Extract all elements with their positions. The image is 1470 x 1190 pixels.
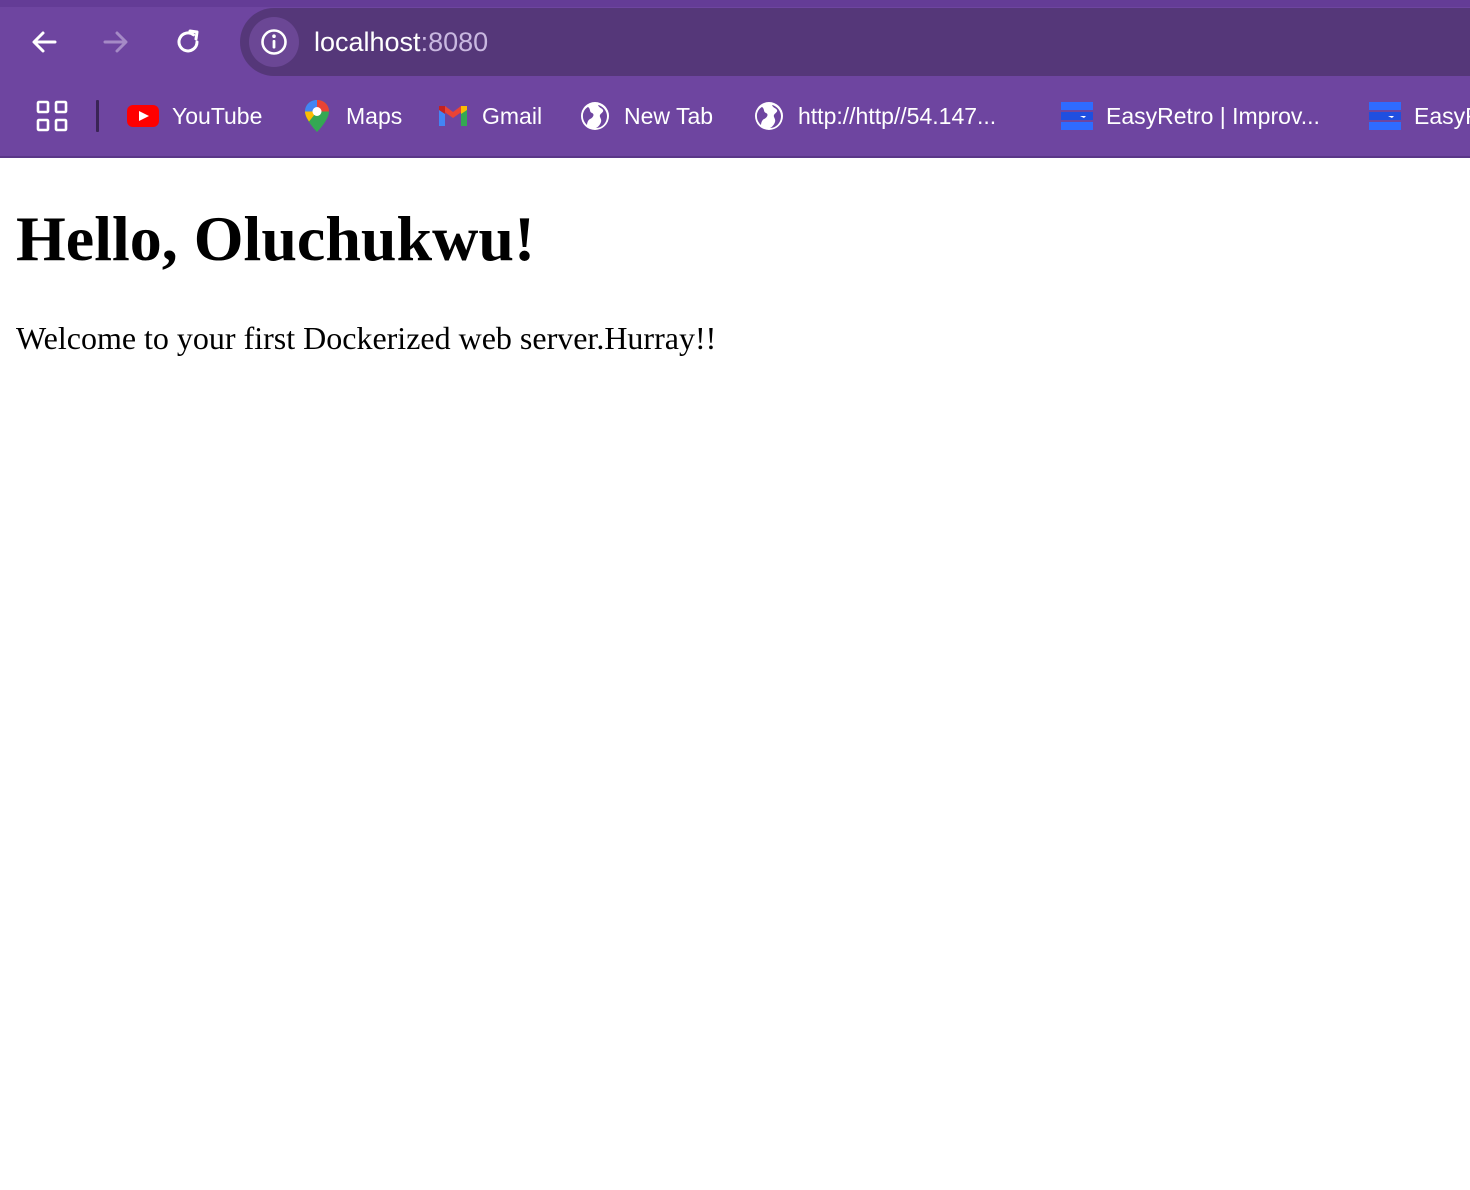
bookmark-gmail[interactable]: Gmail — [436, 98, 542, 134]
globe-icon — [578, 99, 612, 133]
bookmark-label: New Tab — [624, 102, 714, 129]
bookmark-label: YouTube — [172, 102, 263, 129]
back-button[interactable] — [22, 20, 66, 64]
url-text[interactable]: localhost:8080 — [314, 25, 488, 59]
bookmark-label: Gmail — [482, 102, 543, 129]
reload-button[interactable] — [166, 20, 210, 64]
gmail-icon — [436, 99, 470, 133]
bookmarks-divider — [96, 100, 99, 132]
reload-icon — [177, 29, 199, 53]
bookmark-label: Maps — [346, 102, 403, 129]
browser-toolbar: localhost:8080 YouTube Maps Gmail New Ta… — [0, 0, 1470, 158]
arrow-left-icon — [32, 31, 57, 53]
page-content: Hello, Oluchukwu! Welcome to your first … — [16, 158, 1456, 358]
easyretro-icon — [1368, 99, 1402, 133]
bookmarks-bar: YouTube Maps Gmail New Tab http://http//… — [0, 88, 1470, 144]
bookmark-easyretro-improv[interactable]: EasyRetro | Improv... — [1060, 98, 1320, 134]
bookmark-maps[interactable]: Maps — [300, 98, 402, 134]
url-host: localhost — [314, 27, 421, 57]
apps-grid-icon — [36, 100, 68, 132]
bookmark-label: EasyRetro — [1414, 102, 1470, 129]
info-icon — [261, 29, 287, 55]
welcome-paragraph: Welcome to your first Dockerized web ser… — [16, 320, 717, 356]
url-port: :8080 — [420, 27, 489, 57]
youtube-icon — [126, 99, 160, 133]
forward-button[interactable] — [94, 20, 138, 64]
bookmark-easyretro[interactable]: EasyRetro — [1368, 98, 1470, 134]
site-info-button[interactable] — [249, 17, 299, 67]
apps-button[interactable] — [36, 100, 68, 132]
easyretro-icon — [1060, 99, 1094, 133]
page-heading: Hello, Oluchukwu! — [16, 203, 536, 274]
maps-pin-icon — [300, 99, 334, 133]
arrow-right-icon — [103, 31, 128, 53]
globe-icon — [752, 99, 786, 133]
bookmark-http-ip[interactable]: http://http//54.147... — [752, 98, 996, 134]
tab-strip-edge — [0, 0, 1470, 7]
bookmark-youtube[interactable]: YouTube — [126, 98, 262, 134]
bookmark-label: EasyRetro | Improv... — [1106, 102, 1320, 129]
bookmark-new-tab[interactable]: New Tab — [578, 98, 713, 134]
bookmark-label: http://http//54.147... — [798, 102, 997, 129]
address-bar[interactable]: localhost:8080 — [240, 8, 1470, 76]
